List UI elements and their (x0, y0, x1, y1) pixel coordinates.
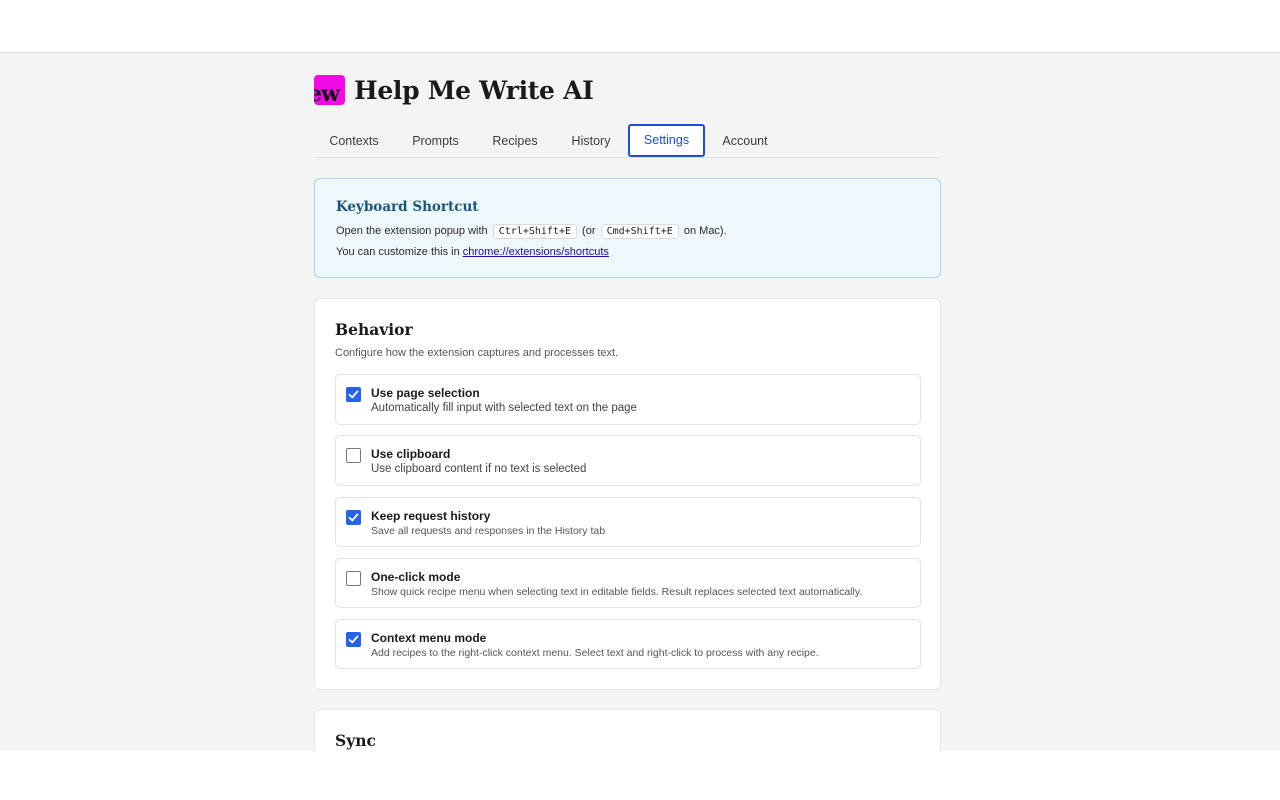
tab-bar: Contexts Prompts Recipes History Setting… (314, 124, 941, 158)
app-title: Help Me Write AI (354, 75, 594, 105)
behavior-description: Configure how the extension captures and… (335, 347, 619, 359)
tab-history[interactable]: History (557, 124, 625, 155)
app-header: ew Help Me Write AI (314, 74, 594, 106)
option-description: Use clipboard content if no text is sele… (371, 463, 587, 475)
option-description: Automatically fill input with selected t… (371, 402, 637, 414)
behavior-title: Behavior (335, 320, 413, 339)
option-one-click-mode[interactable]: One-click mode Show quick recipe menu wh… (335, 558, 921, 608)
option-description: Show quick recipe menu when selecting te… (371, 586, 863, 598)
checkbox-use-page-selection[interactable] (346, 387, 361, 402)
sync-card: Sync (314, 709, 941, 751)
option-description: Add recipes to the right-click context m… (371, 647, 819, 659)
option-context-menu-mode[interactable]: Context menu mode Add recipes to the rig… (335, 619, 921, 669)
check-icon (348, 390, 359, 399)
checkbox-keep-request-history[interactable] (346, 510, 361, 525)
checkbox-one-click-mode[interactable] (346, 571, 361, 586)
tab-settings[interactable]: Settings (628, 124, 705, 157)
tab-recipes[interactable]: Recipes (477, 124, 553, 155)
kbd-cmd-shift-e: Cmd+Shift+E (600, 224, 679, 239)
checkbox-use-clipboard[interactable] (346, 448, 361, 463)
shortcut-line-2: You can customize this in chrome://exten… (336, 242, 940, 262)
option-label: Keep request history (371, 509, 491, 523)
check-icon (348, 513, 359, 522)
option-keep-request-history[interactable]: Keep request history Save all requests a… (335, 497, 921, 547)
shortcut-line-2-prefix: You can customize this in (336, 246, 460, 258)
settings-page: ew Help Me Write AI Contexts Prompts Rec… (0, 52, 1280, 751)
shortcut-line-1-suffix: on Mac). (683, 225, 727, 237)
app-logo: ew (314, 75, 345, 105)
app-logo-text: ew (314, 81, 340, 105)
kbd-ctrl-shift-e: Ctrl+Shift+E (492, 224, 577, 239)
option-label: One-click mode (371, 570, 461, 584)
tab-prompts[interactable]: Prompts (398, 124, 473, 155)
shortcut-line-1-mid: (or (582, 225, 596, 237)
shortcuts-settings-link[interactable]: chrome://extensions/shortcuts (463, 246, 609, 258)
option-label: Use clipboard (371, 447, 451, 461)
check-icon (348, 635, 359, 644)
option-label: Use page selection (371, 386, 480, 400)
tab-account[interactable]: Account (709, 124, 781, 155)
shortcut-line-1: Open the extension popup with Ctrl+Shift… (336, 221, 940, 242)
shortcut-line-1-prefix: Open the extension popup with (336, 225, 488, 237)
checkbox-context-menu-mode[interactable] (346, 632, 361, 647)
keyboard-shortcut-title: Keyboard Shortcut (336, 199, 479, 215)
option-use-clipboard[interactable]: Use clipboard Use clipboard content if n… (335, 435, 921, 486)
sync-title: Sync (335, 731, 376, 750)
keyboard-shortcut-notice: Keyboard Shortcut Open the extension pop… (314, 178, 941, 278)
tab-contexts[interactable]: Contexts (314, 124, 394, 155)
option-use-page-selection[interactable]: Use page selection Automatically fill in… (335, 374, 921, 425)
option-label: Context menu mode (371, 631, 487, 645)
behavior-card: Behavior Configure how the extension cap… (314, 298, 941, 690)
option-description: Save all requests and responses in the H… (371, 525, 606, 537)
